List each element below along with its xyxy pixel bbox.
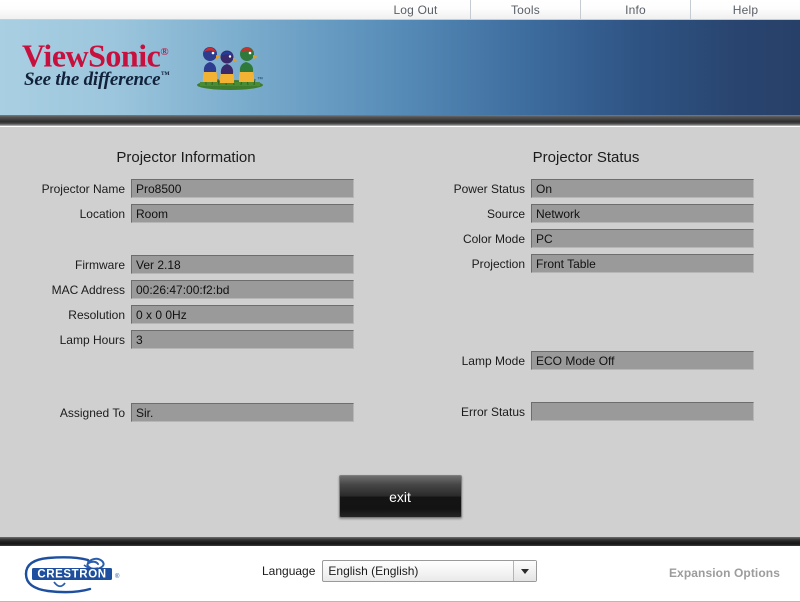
- viewsonic-registered-mark: ®: [160, 46, 169, 58]
- crestron-logo: CRESTRON ®: [24, 556, 120, 594]
- nav-item-help[interactable]: Help: [690, 0, 800, 19]
- field-row-resolution: Resolution 0 x 0 0Hz: [18, 304, 354, 325]
- field-row-color-mode: Color Mode PC: [418, 228, 754, 249]
- field-row-assigned-to: Assigned To Sir.: [18, 402, 354, 423]
- field-row-power-status: Power Status On: [418, 178, 754, 199]
- value-resolution: 0 x 0 0Hz: [131, 305, 354, 324]
- projector-information-title: Projector Information: [116, 149, 256, 166]
- language-select[interactable]: English (English): [322, 560, 538, 582]
- value-firmware: Ver 2.18: [131, 255, 354, 274]
- footer-bar: CRESTRON ® Language English (English) Ex…: [0, 546, 800, 602]
- value-location[interactable]: Room: [131, 204, 354, 223]
- field-row-lamp-mode: Lamp Mode ECO Mode Off: [418, 350, 754, 371]
- chevron-down-icon[interactable]: [513, 561, 537, 581]
- field-row-projector-name: Projector Name Pro8500: [18, 178, 354, 199]
- language-selected-value: English (English): [328, 564, 419, 578]
- value-projection: Front Table: [531, 254, 754, 273]
- spacer-right-2: [418, 326, 754, 350]
- value-color-mode: PC: [531, 229, 754, 248]
- projector-status-panel: Projector Status Power Status On Source …: [418, 127, 754, 426]
- footer-separator: [0, 537, 800, 546]
- field-row-lamp-hours: Lamp Hours 3: [18, 329, 354, 350]
- label-projector-name: Projector Name: [41, 181, 125, 196]
- spacer-left-2: [18, 354, 354, 402]
- label-power-status: Power Status: [453, 181, 525, 196]
- label-mac-address: MAC Address: [51, 282, 125, 297]
- language-selector-group: Language English (English): [262, 560, 538, 582]
- banner-separator: [0, 115, 800, 127]
- main-content: Projector Information Projector Name Pro…: [0, 127, 800, 537]
- viewsonic-finches-icon: ™: [197, 47, 263, 90]
- exit-button[interactable]: exit: [338, 475, 462, 518]
- value-projector-name[interactable]: Pro8500: [131, 179, 354, 198]
- top-navigation-bar: Log Out Tools Info Help: [0, 0, 800, 20]
- crestron-wordmark: CRESTRON: [37, 569, 106, 581]
- label-lamp-mode: Lamp Mode: [461, 353, 525, 368]
- field-row-location: Location Room: [18, 203, 354, 224]
- label-location: Location: [79, 206, 125, 221]
- projector-web-control-page: Log Out Tools Info Help ViewSonic® See t…: [0, 0, 800, 602]
- label-resolution: Resolution: [68, 307, 125, 322]
- value-assigned-to[interactable]: Sir.: [131, 403, 354, 422]
- nav-item-log-out-label: Log Out: [393, 2, 438, 17]
- value-error-status: [531, 402, 754, 421]
- viewsonic-trademark-mark: ™: [160, 69, 170, 80]
- label-error-status: Error Status: [460, 404, 525, 419]
- field-row-projection: Projection Front Table: [418, 253, 754, 274]
- svg-text:®: ®: [115, 573, 120, 580]
- label-projection: Projection: [471, 256, 525, 271]
- nav-item-log-out[interactable]: Log Out: [361, 0, 470, 19]
- field-row-firmware: Firmware Ver 2.18: [18, 254, 354, 275]
- nav-item-info-label: Info: [625, 2, 646, 17]
- viewsonic-tagline-text: See the difference: [24, 69, 161, 90]
- exit-button-container: exit: [0, 475, 800, 518]
- nav-item-tools[interactable]: Tools: [470, 0, 580, 19]
- nav-item-info[interactable]: Info: [580, 0, 690, 19]
- value-mac-address: 00:26:47:00:f2:bd: [131, 280, 354, 299]
- field-row-error-status: Error Status: [418, 401, 754, 422]
- label-lamp-hours: Lamp Hours: [59, 332, 125, 347]
- label-assigned-to: Assigned To: [59, 405, 125, 420]
- value-source: Network: [531, 204, 754, 223]
- expansion-options-link[interactable]: Expansion Options: [669, 566, 780, 580]
- viewsonic-wordmark: ViewSonic®: [22, 36, 169, 72]
- field-row-source: Source Network: [418, 203, 754, 224]
- value-lamp-mode: ECO Mode Off: [531, 351, 754, 370]
- label-firmware: Firmware: [75, 257, 125, 272]
- spacer-left-1: [18, 228, 354, 254]
- spacer-right-3: [418, 375, 754, 401]
- value-power-status: On: [531, 179, 754, 198]
- viewsonic-logo: ViewSonic® See the difference™ ™: [22, 36, 272, 98]
- projector-status-title: Projector Status: [532, 149, 640, 166]
- svg-text:™: ™: [257, 76, 263, 83]
- spacer-right-1: [418, 278, 754, 326]
- top-navigation-items: Log Out Tools Info Help: [361, 0, 800, 19]
- nav-item-help-label: Help: [732, 2, 759, 17]
- label-color-mode: Color Mode: [462, 231, 525, 246]
- nav-item-tools-label: Tools: [510, 2, 540, 17]
- exit-button-label: exit: [389, 488, 411, 505]
- language-label: Language: [262, 564, 316, 578]
- viewsonic-tagline: See the difference™: [24, 69, 169, 91]
- field-row-mac-address: MAC Address 00:26:47:00:f2:bd: [18, 279, 354, 300]
- brand-banner: ViewSonic® See the difference™ ™: [0, 20, 800, 115]
- label-source: Source: [486, 206, 525, 221]
- projector-information-panel: Projector Information Projector Name Pro…: [18, 127, 354, 427]
- value-lamp-hours: 3: [131, 330, 354, 349]
